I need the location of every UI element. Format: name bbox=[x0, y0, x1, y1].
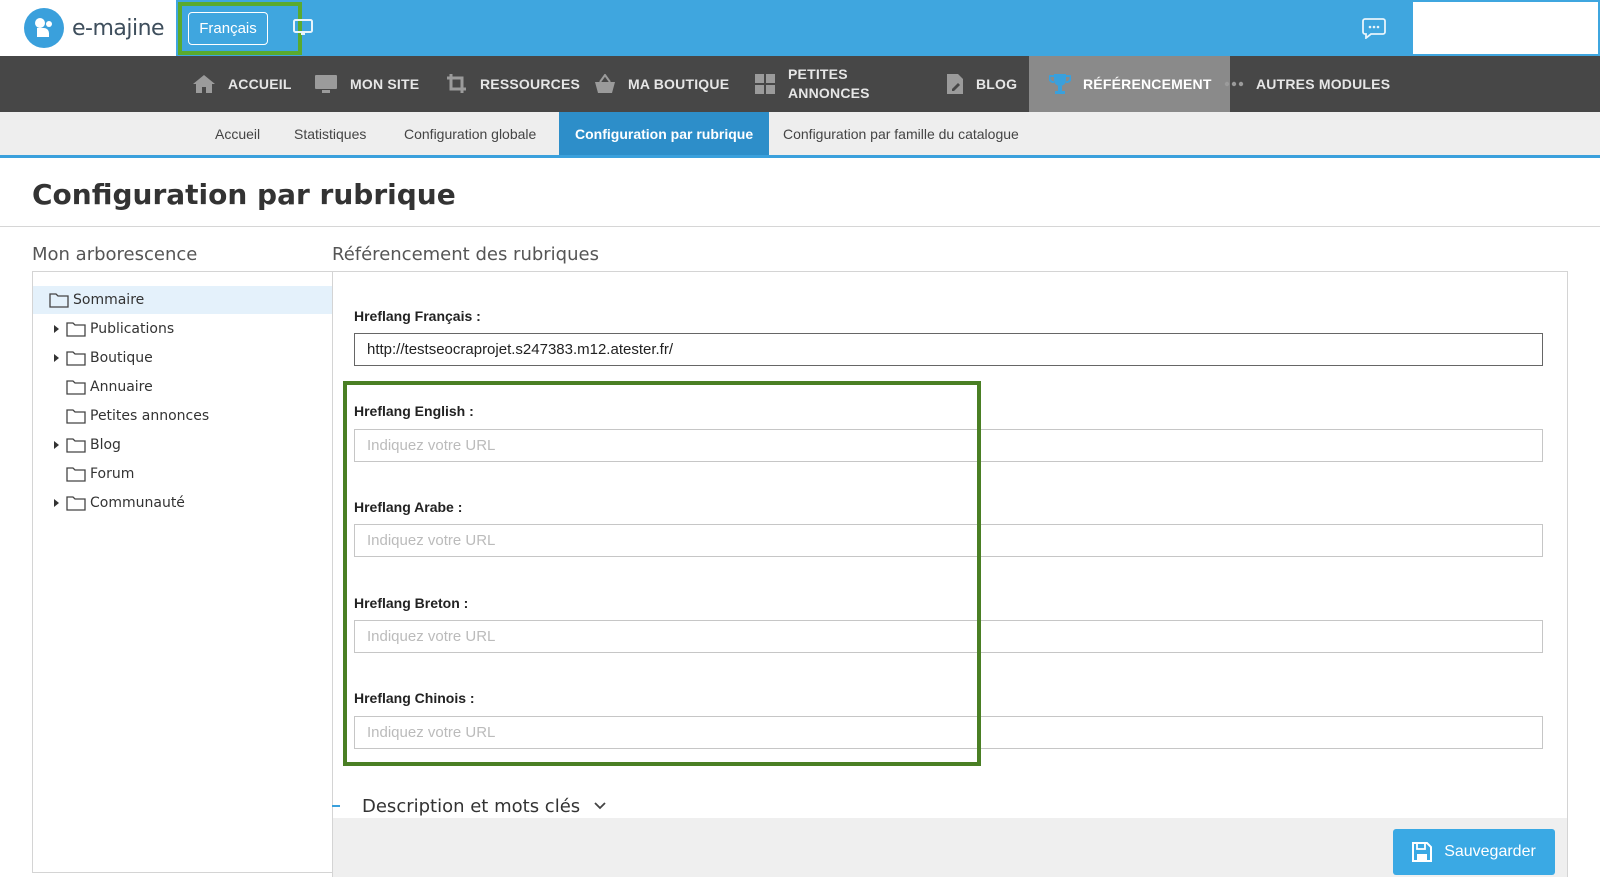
basket-icon bbox=[595, 74, 615, 93]
monitor-icon bbox=[315, 75, 337, 93]
hreflang-en-label: Hreflang English : bbox=[354, 403, 474, 419]
floppy-disk-icon bbox=[1412, 842, 1433, 862]
tree-item-blog[interactable]: Blog bbox=[33, 431, 121, 459]
section-title: Description et mots clés bbox=[362, 795, 581, 817]
nav-item-petites-annonces[interactable]: PETITES ANNONCES bbox=[754, 56, 870, 112]
document-pen-icon bbox=[947, 74, 963, 94]
tree-item-label: Annuaire bbox=[90, 379, 153, 395]
home-icon bbox=[193, 75, 215, 93]
nav-label-line2: ANNONCES bbox=[788, 85, 870, 101]
tree-item-communaute[interactable]: Communauté bbox=[33, 489, 185, 517]
tree-item-label: Blog bbox=[90, 437, 121, 453]
tab-statistiques[interactable]: Statistiques bbox=[294, 112, 366, 155]
hreflang-zh-input[interactable] bbox=[354, 716, 1543, 749]
nav-label: MON SITE bbox=[350, 76, 420, 92]
nav-label: ACCUEIL bbox=[228, 76, 292, 92]
hreflang-zh-label: Hreflang Chinois : bbox=[354, 690, 475, 706]
grid-icon bbox=[755, 74, 775, 94]
content-heading: Référencement des rubriques bbox=[332, 244, 599, 265]
chat-icon[interactable] bbox=[1362, 17, 1386, 44]
tree-item-forum[interactable]: Forum bbox=[33, 460, 134, 488]
dots-icon bbox=[1224, 81, 1244, 87]
tree-item-sommaire[interactable]: Sommaire bbox=[33, 286, 332, 314]
expand-caret-icon[interactable] bbox=[54, 354, 59, 362]
nav-label: MA BOUTIQUE bbox=[628, 76, 730, 92]
hreflang-br-input[interactable] bbox=[354, 620, 1543, 653]
form-footer bbox=[333, 818, 1567, 877]
main-nav: ACCUEIL MON SITE RESSOURCES MA BOUTIQUE … bbox=[0, 56, 1600, 112]
description-keywords-toggle[interactable]: Description et mots clés bbox=[332, 794, 606, 818]
page-title: Configuration par rubrique bbox=[32, 178, 456, 211]
monitor-icon[interactable] bbox=[293, 18, 313, 43]
hreflang-ar-input[interactable] bbox=[354, 524, 1543, 557]
sub-nav: Accueil Statistiques Configuration globa… bbox=[0, 112, 1600, 158]
trophy-icon bbox=[1049, 74, 1071, 94]
account-area[interactable] bbox=[1413, 2, 1598, 54]
brand-name: e-majine bbox=[72, 15, 165, 41]
folder-icon bbox=[66, 409, 86, 424]
nav-label: AUTRES MODULES bbox=[1256, 76, 1391, 92]
tab-configuration-globale[interactable]: Configuration globale bbox=[404, 112, 536, 155]
expand-caret-icon[interactable] bbox=[54, 441, 59, 449]
nav-label: RÉFÉRENCEMENT bbox=[1083, 76, 1212, 92]
tab-accueil[interactable]: Accueil bbox=[215, 112, 260, 155]
save-button[interactable]: Sauvegarder bbox=[1393, 829, 1555, 875]
expand-caret-icon[interactable] bbox=[54, 325, 59, 333]
hreflang-ar-label: Hreflang Arabe : bbox=[354, 499, 463, 515]
nav-item-accueil[interactable]: ACCUEIL bbox=[192, 56, 292, 112]
nav-label: RESSOURCES bbox=[480, 76, 581, 92]
folder-icon bbox=[66, 351, 86, 366]
language-button[interactable]: Français bbox=[188, 12, 268, 45]
hreflang-en-input[interactable] bbox=[354, 429, 1543, 462]
tree-item-label: Boutique bbox=[90, 350, 153, 366]
folder-icon bbox=[66, 496, 86, 511]
tree-item-label: Publications bbox=[90, 321, 175, 337]
tree-item-label: Petites annonces bbox=[90, 408, 210, 424]
tab-configuration-par-rubrique[interactable]: Configuration par rubrique bbox=[559, 112, 770, 155]
folder-icon bbox=[49, 293, 69, 308]
save-label: Sauvegarder bbox=[1444, 843, 1536, 860]
title-divider bbox=[0, 226, 1600, 227]
nav-item-autres-modules[interactable]: AUTRES MODULES bbox=[1224, 56, 1390, 112]
logo-mark-icon bbox=[24, 8, 64, 48]
section-marker bbox=[332, 805, 340, 807]
tree-item-petites-annonces[interactable]: Petites annonces bbox=[33, 402, 209, 430]
nav-item-mon-site[interactable]: MON SITE bbox=[314, 56, 419, 112]
tree-item-label: Communauté bbox=[90, 495, 185, 511]
tree-item-publications[interactable]: Publications bbox=[33, 315, 174, 343]
folder-icon bbox=[66, 467, 86, 482]
folder-icon bbox=[66, 380, 86, 395]
site-tree: Sommaire Publications Boutique Annuaire … bbox=[32, 271, 332, 873]
chevron-down-icon bbox=[594, 802, 606, 810]
hreflang-fr-label: Hreflang Français : bbox=[354, 308, 481, 324]
nav-label: BLOG bbox=[976, 76, 1018, 92]
top-bar: e-majine Français bbox=[0, 0, 1600, 56]
folder-icon bbox=[66, 322, 86, 337]
logo[interactable]: e-majine bbox=[0, 0, 176, 56]
hreflang-br-label: Hreflang Breton : bbox=[354, 595, 469, 611]
tree-item-annuaire[interactable]: Annuaire bbox=[33, 373, 153, 401]
folder-icon bbox=[66, 438, 86, 453]
tree-item-label: Sommaire bbox=[73, 292, 145, 308]
nav-label-line1: PETITES bbox=[788, 66, 848, 82]
hreflang-fr-input[interactable] bbox=[354, 333, 1543, 366]
tree-item-boutique[interactable]: Boutique bbox=[33, 344, 153, 372]
nav-item-blog[interactable]: BLOG bbox=[946, 56, 1017, 112]
nav-item-referencement[interactable]: RÉFÉRENCEMENT bbox=[1029, 56, 1230, 112]
crop-icon bbox=[447, 74, 466, 93]
expand-caret-icon[interactable] bbox=[54, 499, 59, 507]
tree-item-label: Forum bbox=[90, 466, 135, 482]
tree-heading: Mon arborescence bbox=[32, 244, 198, 265]
nav-item-ressources[interactable]: RESSOURCES bbox=[446, 56, 580, 112]
nav-item-ma-boutique[interactable]: MA BOUTIQUE bbox=[594, 56, 729, 112]
tab-configuration-par-famille[interactable]: Configuration par famille du catalogue bbox=[783, 112, 1019, 155]
